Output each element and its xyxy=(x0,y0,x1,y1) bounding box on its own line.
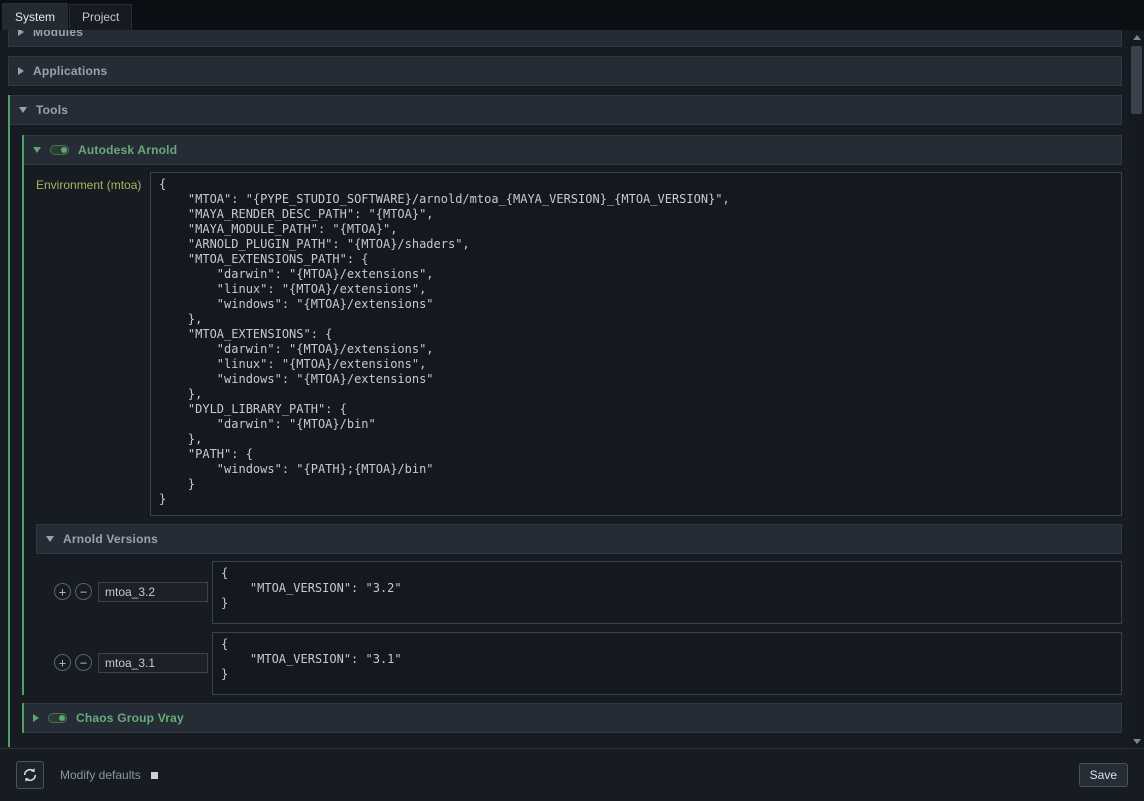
scroll-up-button[interactable] xyxy=(1129,30,1144,44)
scroll-down-icon xyxy=(1133,739,1141,744)
vray-enabled-toggle[interactable] xyxy=(48,713,67,723)
section-autodesk-arnold: Autodesk Arnold Environment (mtoa) { "MT… xyxy=(22,135,1122,695)
section-applications-label: Applications xyxy=(33,64,107,78)
section-tools-label: Tools xyxy=(36,103,68,117)
section-vray-label: Chaos Group Vray xyxy=(76,711,184,725)
modify-defaults-label: Modify defaults xyxy=(60,768,141,782)
expand-arrow-icon xyxy=(19,107,27,113)
modify-defaults-checkbox[interactable] xyxy=(151,772,158,779)
settings-window: System Project Modules Applications xyxy=(0,0,1144,801)
version-key-input[interactable] xyxy=(98,653,208,673)
toggle-knob xyxy=(59,715,65,721)
arnold-enabled-toggle[interactable] xyxy=(50,145,69,155)
expand-arrow-icon xyxy=(33,147,41,153)
section-header-applications[interactable]: Applications xyxy=(8,56,1122,86)
arnold-versions-body: + − { "MTOA_VERSION": "3.2" } + − xyxy=(36,554,1122,695)
scroll-up-icon xyxy=(1133,35,1141,40)
version-key-input[interactable] xyxy=(98,582,208,602)
refresh-button[interactable] xyxy=(16,761,44,789)
add-version-button[interactable]: + xyxy=(54,654,71,671)
remove-version-button[interactable]: − xyxy=(75,654,92,671)
section-chaos-group-vray: Chaos Group Vray xyxy=(22,703,1122,733)
arnold-section-body: Environment (mtoa) { "MTOA": "{PYPE_STUD… xyxy=(24,165,1122,695)
add-version-button[interactable]: + xyxy=(54,583,71,600)
toggle-knob xyxy=(61,147,67,153)
settings-main: Modules Applications Tools xyxy=(0,30,1144,748)
tab-project[interactable]: Project xyxy=(69,4,132,30)
section-tools: Tools Autodesk Arnold Environ xyxy=(8,95,1122,747)
section-header-arnold-versions[interactable]: Arnold Versions xyxy=(36,524,1122,554)
vertical-scrollbar[interactable] xyxy=(1129,30,1144,748)
scrollbar-track[interactable] xyxy=(1129,44,1144,734)
environment-json-editor[interactable]: { "MTOA": "{PYPE_STUDIO_SOFTWARE}/arnold… xyxy=(150,172,1122,516)
section-arnold-versions: Arnold Versions + − { "MTOA_VERSION": "3… xyxy=(36,524,1122,695)
scroll-down-button[interactable] xyxy=(1129,734,1144,748)
version-json-editor[interactable]: { "MTOA_VERSION": "3.2" } xyxy=(212,561,1122,624)
section-applications: Applications xyxy=(8,56,1122,86)
tools-section-body: Autodesk Arnold Environment (mtoa) { "MT… xyxy=(10,125,1122,747)
section-header-modules[interactable]: Modules xyxy=(8,30,1122,47)
tab-bar: System Project xyxy=(0,0,1144,30)
version-json-editor[interactable]: { "MTOA_VERSION": "3.1" } xyxy=(212,632,1122,695)
remove-version-button[interactable]: − xyxy=(75,583,92,600)
scrollbar-thumb[interactable] xyxy=(1131,46,1142,114)
expand-arrow-icon xyxy=(46,536,54,542)
version-row-mtoa-3-2: + − { "MTOA_VERSION": "3.2" } xyxy=(54,561,1122,624)
section-arnold-versions-label: Arnold Versions xyxy=(63,532,158,546)
collapse-arrow-icon xyxy=(33,714,39,722)
footer-bar: Modify defaults Save xyxy=(0,748,1144,801)
save-button[interactable]: Save xyxy=(1079,763,1128,787)
version-row-mtoa-3-1: + − { "MTOA_VERSION": "3.1" } xyxy=(54,632,1122,695)
section-modules: Modules xyxy=(8,30,1122,47)
refresh-icon xyxy=(22,767,38,783)
environment-label: Environment (mtoa) xyxy=(36,172,150,192)
section-header-tools[interactable]: Tools xyxy=(10,95,1122,125)
section-modules-label: Modules xyxy=(33,30,83,39)
section-arnold-label: Autodesk Arnold xyxy=(78,143,177,157)
tab-system[interactable]: System xyxy=(2,3,68,30)
collapse-arrow-icon xyxy=(18,67,24,75)
environment-row: Environment (mtoa) { "MTOA": "{PYPE_STUD… xyxy=(36,172,1122,516)
section-header-chaos-group-vray[interactable]: Chaos Group Vray xyxy=(24,703,1122,733)
collapse-arrow-icon xyxy=(18,30,24,36)
section-header-autodesk-arnold[interactable]: Autodesk Arnold xyxy=(24,135,1122,165)
settings-scroll-area: Modules Applications Tools xyxy=(0,30,1129,748)
